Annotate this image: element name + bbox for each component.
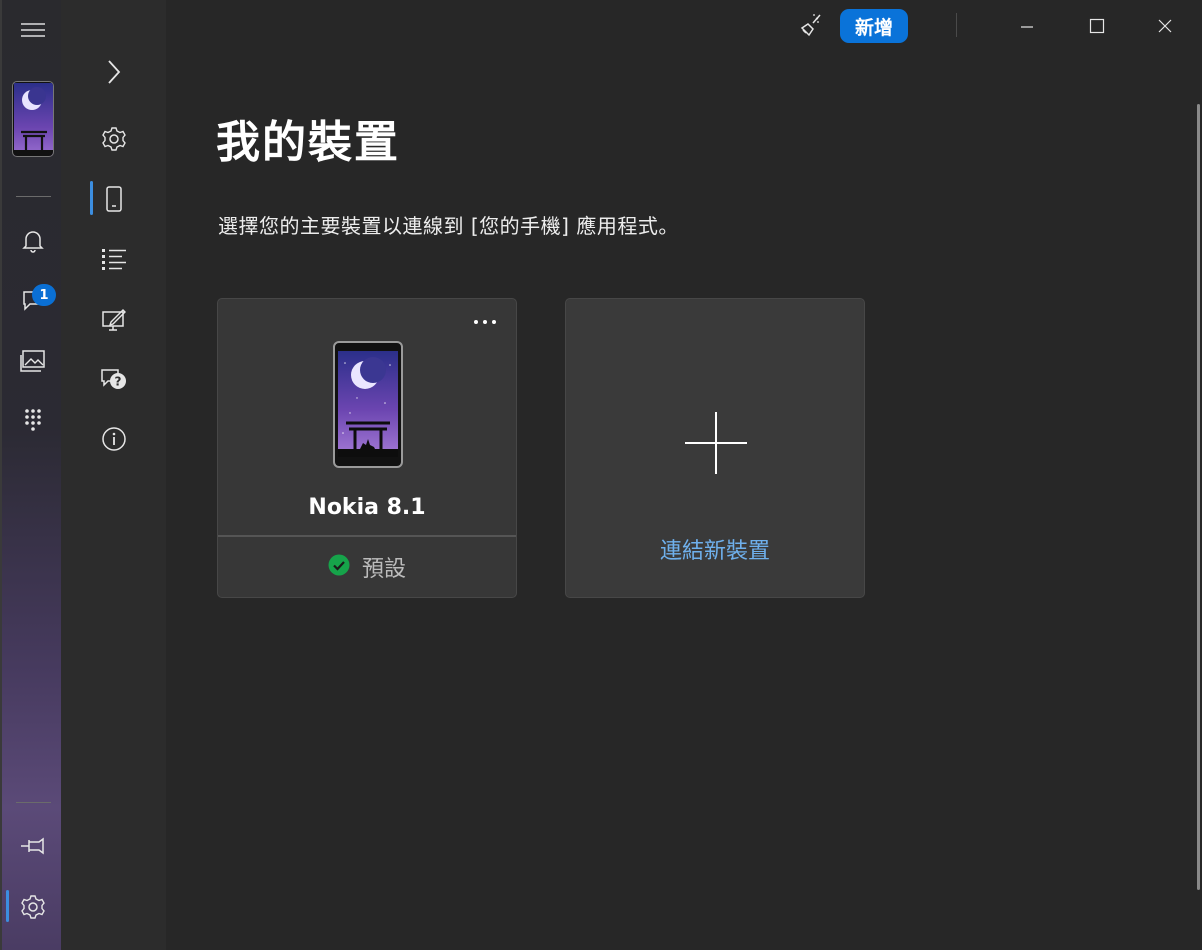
title-bar: 新增	[166, 0, 1202, 52]
main-content: 我的裝置 選擇您的主要裝置以連線到 [您的手機] 應用程式。 Nokia 8.1…	[166, 52, 1196, 950]
page-description: 選擇您的主要裝置以連線到 [您的手機] 應用程式。	[218, 214, 679, 238]
features-list-icon[interactable]	[99, 244, 129, 274]
my-devices-icon[interactable]	[99, 184, 129, 214]
device-name: Nokia 8.1	[308, 495, 426, 520]
general-settings-icon[interactable]	[99, 124, 129, 154]
bell-icon[interactable]	[18, 226, 48, 256]
expand-chevron-icon[interactable]	[99, 57, 129, 87]
check-circle-icon	[328, 554, 350, 580]
more-options-icon[interactable]	[468, 311, 502, 333]
page-title: 我的裝置	[216, 117, 400, 168]
personalization-icon[interactable]	[99, 305, 129, 335]
pin-icon[interactable]	[18, 831, 48, 861]
card-divider	[218, 535, 516, 537]
default-label: 預設	[361, 557, 406, 582]
settings-icon[interactable]	[18, 892, 48, 922]
link-new-device-label[interactable]: 連結新裝置	[566, 533, 864, 565]
dialpad-icon[interactable]	[18, 405, 48, 435]
minimize-icon[interactable]	[1004, 6, 1050, 46]
app-rail: 1	[0, 0, 61, 950]
rail-active-indicator	[6, 890, 9, 922]
settings-nav: ?	[61, 0, 166, 950]
plus-icon	[685, 412, 747, 474]
phone-image	[333, 341, 403, 468]
feedback-icon[interactable]: ?	[99, 364, 129, 394]
titlebar-divider	[956, 13, 957, 37]
device-card[interactable]: Nokia 8.1 預設	[217, 298, 517, 598]
messages-badge: 1	[32, 284, 56, 306]
vertical-scrollbar[interactable]	[1197, 104, 1200, 890]
svg-text:?: ?	[115, 375, 122, 389]
nav-active-indicator	[90, 181, 93, 215]
link-new-device-card[interactable]: 連結新裝置	[565, 298, 865, 598]
photos-icon[interactable]	[18, 346, 48, 376]
about-icon[interactable]	[99, 424, 129, 454]
phone-thumbnail[interactable]	[12, 81, 54, 157]
new-button[interactable]: 新增	[840, 9, 908, 43]
hamburger-menu-icon[interactable]	[18, 15, 48, 45]
broom-icon[interactable]	[798, 12, 824, 38]
default-status: 預設	[218, 551, 516, 583]
maximize-icon[interactable]	[1074, 6, 1120, 46]
close-icon[interactable]	[1142, 6, 1188, 46]
